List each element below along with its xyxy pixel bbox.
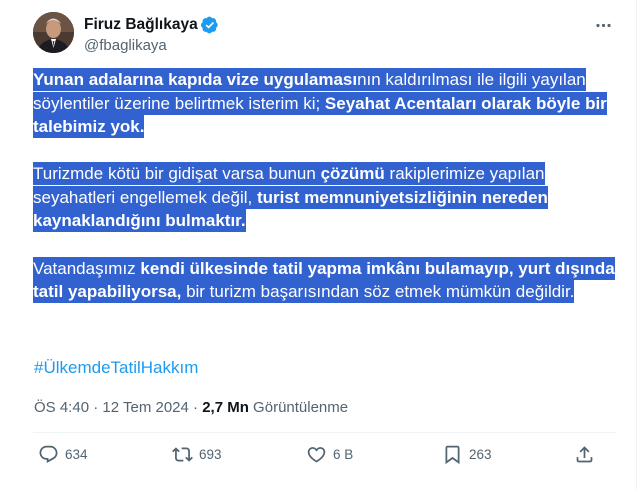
- meta-separator: ·: [188, 399, 203, 416]
- share-icon: [576, 446, 593, 463]
- repost-button[interactable]: 693: [172, 444, 222, 465]
- meta-separator: ·: [89, 399, 103, 416]
- tweet-date[interactable]: 12 Tem 2024: [102, 399, 188, 416]
- tweet-paragraph-2: Turizmde kötü bir gidişat varsa bunun çö…: [33, 162, 618, 233]
- divider: [33, 432, 616, 433]
- verified-badge-icon[interactable]: [200, 16, 219, 34]
- like-count: 6 B: [333, 447, 354, 462]
- tweet-header: Firuz Bağlıkaya @fbaglikaya: [33, 12, 616, 56]
- author-handle[interactable]: @fbaglikaya: [84, 36, 167, 55]
- avatar[interactable]: [33, 12, 74, 53]
- action-bar: 634 693 6 B 263: [33, 444, 606, 472]
- bookmark-icon: [445, 445, 460, 465]
- tweet-paragraph-1: Yunan adalarına kapıda vize uygulamasını…: [33, 68, 618, 139]
- share-button[interactable]: [574, 444, 595, 465]
- views-count: 2,7 Mn: [202, 399, 249, 416]
- author-name-text[interactable]: Firuz Bağlıkaya: [84, 15, 198, 34]
- tweet-text-segment: Yunan adalarına kapıda vize uygulaması: [33, 70, 358, 89]
- author-name[interactable]: Firuz Bağlıkaya: [84, 15, 219, 34]
- tweet-text-segment: çözümü: [320, 164, 385, 184]
- reply-icon: [39, 445, 58, 463]
- repost-count: 693: [199, 447, 222, 462]
- tweet-text: Yunan adalarına kapıda vize uygulamasını…: [33, 68, 618, 327]
- tweet-text-segment: Turizmde kötü bir gidişat varsa bunun: [33, 164, 321, 184]
- bookmark-count: 263: [469, 447, 492, 462]
- reply-count: 634: [65, 447, 88, 462]
- tweet-text-segment: bir turizm başarısından söz etmek mümkün…: [181, 282, 575, 302]
- views-label: Görüntülenme: [248, 399, 349, 416]
- tweet-text-segment: Vatandaşımız: [33, 258, 141, 278]
- heart-icon: [307, 447, 326, 463]
- tweet-time[interactable]: ÖS 4:40: [34, 399, 89, 416]
- hashtag-link[interactable]: #ÜlkemdeTatilHakkım: [34, 357, 198, 379]
- reply-button[interactable]: 634: [38, 444, 88, 465]
- bookmark-button[interactable]: 263: [442, 444, 492, 465]
- like-button[interactable]: 6 B: [306, 444, 353, 465]
- tweet-meta: ÖS 4:40 · 12 Tem 2024 · 2,7 Mn Görüntüle…: [34, 398, 348, 417]
- more-options-icon[interactable]: [592, 14, 614, 36]
- tweet-card: Firuz Bağlıkaya @fbaglikaya Yunan adalar…: [0, 0, 637, 490]
- repost-icon: [172, 447, 193, 462]
- tweet-paragraph-3: Vatandaşımız kendi ülkesinde tatil yapma…: [33, 256, 618, 304]
